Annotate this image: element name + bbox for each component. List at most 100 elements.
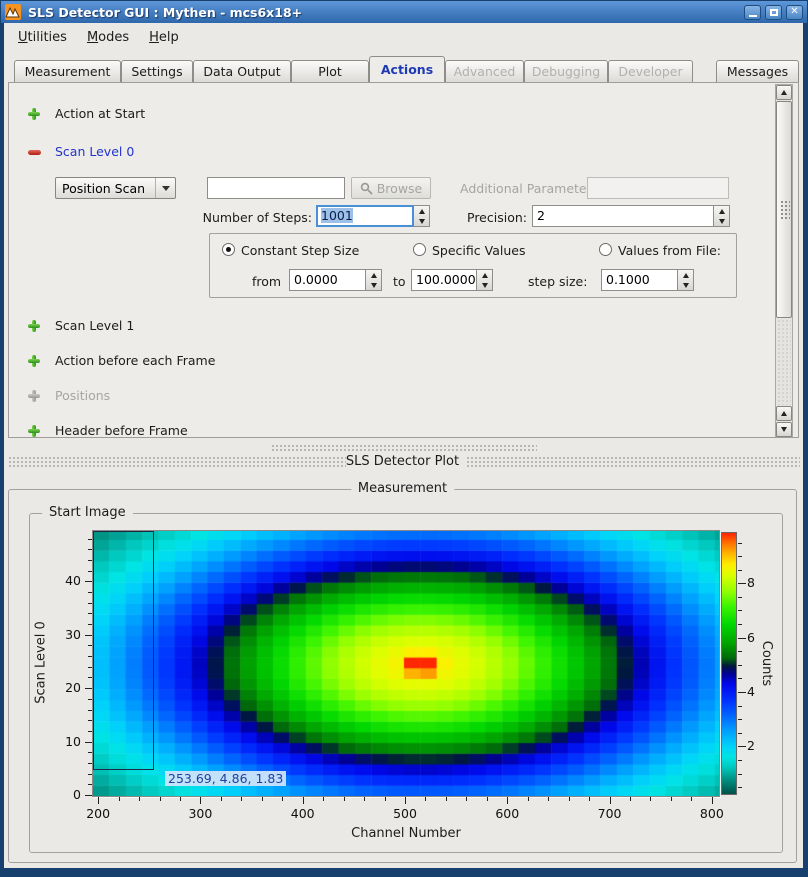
axis-tick [610,797,611,804]
browse-button[interactable]: Browse [351,177,431,199]
tab-data-output[interactable]: Data Output [193,60,291,82]
colorbar-minor-tick [738,556,742,557]
tab-settings[interactable]: Settings [121,60,193,82]
axis-tick [405,797,406,804]
add-icon[interactable] [27,424,41,438]
scan-level-1-label[interactable]: Scan Level 1 [55,318,134,333]
x-axis-ticks [92,797,720,805]
to-value: 100.0000 [411,269,477,291]
from-spinbox[interactable]: 0.0000 [289,269,382,291]
header-before-frame-label[interactable]: Header before Frame [55,423,188,438]
to-spinbox[interactable]: 100.0000 [411,269,493,291]
action-at-start-label[interactable]: Action at Start [55,106,145,121]
colorbar-tick [738,638,746,639]
colorbar-tick [738,583,746,584]
spin-buttons[interactable] [366,269,382,291]
colorbar-minor-tick [738,719,742,720]
to-label: to [393,274,406,289]
start-image-group: Start Image Scan Level 0 010203040 253.6… [29,513,783,853]
chevron-down-icon [162,186,170,191]
magnifier-icon [360,182,373,195]
maximize-button[interactable] [765,5,782,20]
step-size-value: 0.1000 [601,269,678,291]
specific-values-radio[interactable] [413,243,426,256]
axis-minor-tick [569,797,570,801]
combobox-dropdown-button[interactable] [155,178,175,198]
colorbar-minor-tick [738,624,742,625]
precision-spinbox[interactable]: 2 [532,205,730,227]
scan-file-input[interactable] [207,177,345,199]
minimize-button[interactable] [744,5,761,20]
add-icon-disabled[interactable] [27,389,41,403]
axis-minor-tick [262,797,263,801]
axis-minor-tick [425,797,426,801]
spin-buttons[interactable] [414,205,430,227]
values-from-file-label[interactable]: Values from File: [618,243,721,258]
vertical-scrollbar[interactable] [775,84,793,437]
scan-mode-combobox[interactable]: Position Scan [55,177,176,199]
menu-modes[interactable]: Modes [77,26,139,49]
values-from-file-radio[interactable] [599,243,612,256]
tab-messages[interactable]: Messages [716,60,799,82]
axis-minor-tick [180,797,181,801]
axis-minor-tick [119,797,120,801]
scroll-up-button-2[interactable] [776,406,792,421]
scrollbar-thumb[interactable] [776,101,792,318]
tab-debugging[interactable]: Debugging [524,60,608,82]
app-logo-icon [5,4,21,20]
spin-buttons[interactable] [477,269,493,291]
remove-icon[interactable] [27,145,41,159]
axis-tick-label: 500 [385,806,425,821]
colorbar-ticks [738,533,746,794]
spin-up-icon [719,209,725,214]
add-icon[interactable] [27,319,41,333]
axis-tick-label: 0 [73,787,81,802]
tab-actions[interactable]: Actions [369,56,445,82]
axis-tick [85,635,92,636]
axis-tick-label: 200 [78,806,118,821]
action-before-each-frame-label[interactable]: Action before each Frame [55,353,215,368]
browse-button-label: Browse [377,181,423,196]
plot-canvas-area[interactable]: 253.69, 4.86, 1.83 [92,530,720,797]
title-bar[interactable]: SLS Detector GUI : Mythen - mcs6x18+ ✕ [1,1,807,23]
splitter-handle[interactable] [271,444,537,451]
spin-buttons[interactable] [714,205,730,227]
step-size-label: step size: [528,274,587,289]
scroll-down-button[interactable] [776,422,792,437]
maximize-icon [770,9,778,16]
from-value: 0.0000 [289,269,366,291]
menu-bar: Utilities Modes Help [4,23,803,52]
tab-measurement[interactable]: Measurement [14,60,121,82]
scroll-up-button[interactable] [776,85,792,100]
scrollbar-trough[interactable] [777,319,791,405]
menu-help[interactable]: Help [139,26,189,49]
axis-tick-label: 300 [180,806,220,821]
tab-developer[interactable]: Developer [608,60,693,82]
constant-step-size-label[interactable]: Constant Step Size [241,243,359,258]
heatmap-canvas[interactable] [93,531,719,796]
axis-tick-label: 400 [283,806,323,821]
precision-label: Precision: [455,210,527,225]
colorbar-tick-label: 8 [747,575,755,590]
spin-buttons[interactable] [678,269,694,291]
axis-minor-tick [323,797,324,801]
window-body: Utilities Modes Help Measurement Setting… [4,23,803,868]
tab-advanced[interactable]: Advanced [445,60,524,82]
additional-parameter-input[interactable] [587,177,729,199]
add-icon[interactable] [27,107,41,121]
colorbar-tick-label: 2 [747,738,755,753]
step-size-spinbox[interactable]: 0.1000 [601,269,694,291]
cursor-readout: 253.69, 4.86, 1.83 [165,771,286,786]
axis-minor-tick [139,797,140,801]
constant-step-size-radio[interactable] [222,243,235,256]
menu-utilities[interactable]: Utilities [8,26,77,49]
specific-values-label[interactable]: Specific Values [432,243,525,258]
scan-level-0-label[interactable]: Scan Level 0 [55,144,134,159]
spin-down-icon [482,283,488,288]
add-icon[interactable] [27,354,41,368]
tab-plot[interactable]: Plot [291,60,369,82]
colorbar-minor-tick [738,597,742,598]
axis-tick-label: 30 [65,627,81,642]
close-button[interactable]: ✕ [786,5,803,20]
number-of-steps-spinbox[interactable]: 1001 [316,205,430,227]
